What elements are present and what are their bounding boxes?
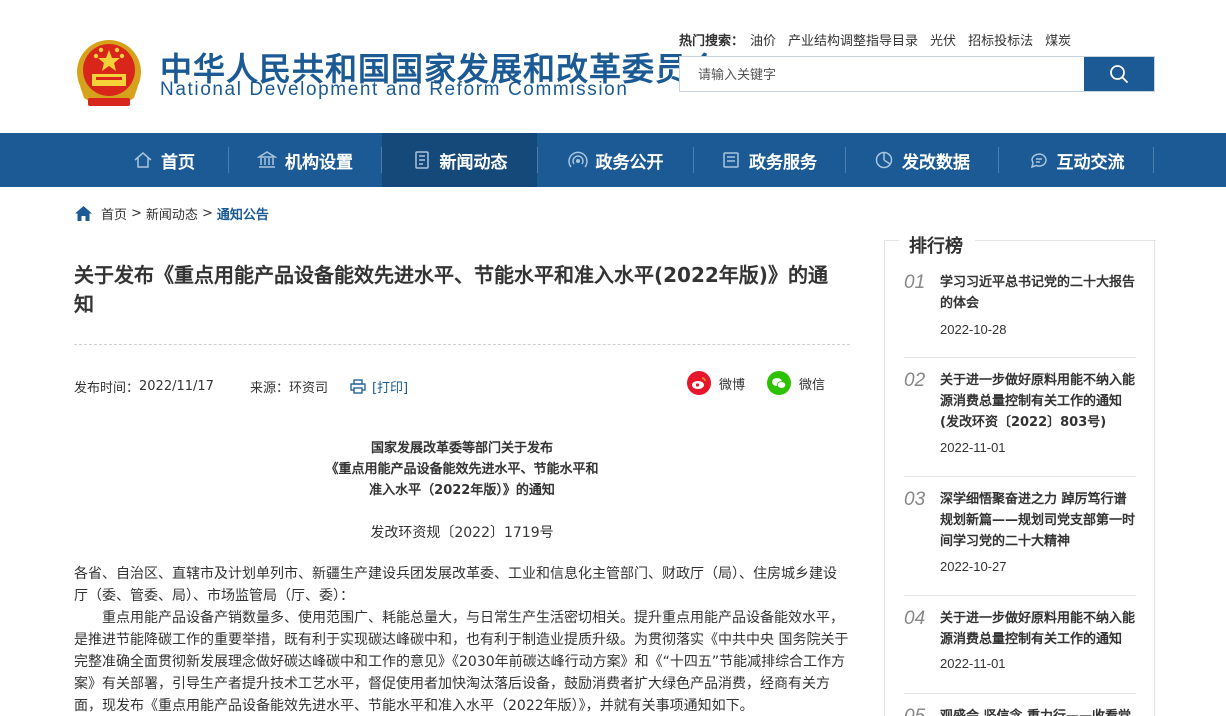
nav-item-label: 新闻动态 [439, 152, 508, 173]
main-nav: 首页 机构设置 新闻动态 政务公开 政务服务 发改数据 互动交流 [0, 133, 1226, 187]
nav-item-home[interactable]: 首页 [100, 133, 228, 187]
share-wechat-button[interactable]: 微信 [767, 371, 825, 395]
ranking-number: 05 [904, 706, 925, 716]
search-icon [1110, 65, 1128, 83]
addressees-paragraph: 各省、自治区、直辖市及计划单列市、新疆生产建设兵团发展改革委、工业和信息化主管部… [74, 566, 837, 604]
body-paragraph: 重点用能产品设备产销数量多、使用范围广、耗能总量大，与日常生产生活密切相关。提升… [74, 610, 849, 714]
document-heading-line: 准入水平（2022年版）》的通知 [369, 483, 555, 498]
hot-search-label: 热门搜索： [679, 34, 745, 49]
document-icon [723, 152, 739, 168]
ranking-link[interactable]: 观盛会 坚信念 重力行——收看党的 [940, 706, 1136, 716]
building-icon [257, 151, 277, 168]
ranking-item[interactable]: 01 学习习近平总书记党的二十大报告的体会 2022-10-28 [904, 272, 1136, 358]
ranking-item[interactable]: 05 观盛会 坚信念 重力行——收看党的 [904, 706, 1136, 716]
news-icon [414, 151, 429, 169]
home-icon[interactable] [74, 205, 93, 222]
nav-item-label: 政务服务 [749, 152, 817, 173]
home-icon [134, 152, 152, 168]
printer-icon [350, 378, 366, 394]
nav-item-services[interactable]: 政务服务 [694, 133, 844, 187]
nav-item-interaction[interactable]: 互动交流 [999, 133, 1154, 187]
share-wechat-label: 微信 [799, 377, 826, 393]
ranking-item[interactable]: 03 深学细悟聚奋进之力 踔厉笃行谱规划新篇——规划司党支部第一时间学习党的二十… [904, 489, 1136, 596]
source-value: 环资司 [288, 380, 328, 396]
ranking-date: 2022-10-27 [940, 559, 1007, 574]
nav-divider [1153, 147, 1154, 173]
breadcrumb: 首页 > 新闻动态 > 通知公告 [74, 203, 269, 223]
ranking-number: 03 [904, 489, 926, 510]
breadcrumb-home-link[interactable]: 首页 [101, 204, 127, 223]
share-weibo-label: 微博 [719, 377, 746, 393]
search-bar [679, 56, 1155, 92]
breadcrumb-separator: > [201, 205, 213, 221]
article-title: 关于发布《重点用能产品设备能效先进水平、节能水平和准入水平(2022年版)》的通… [74, 263, 828, 316]
hot-keyword-link[interactable]: 煤炭 [1045, 30, 1071, 49]
nav-item-label: 首页 [161, 152, 195, 173]
pie-chart-icon [875, 151, 893, 169]
nav-item-label: 机构设置 [285, 152, 353, 173]
nav-item-government-affairs[interactable]: 政务公开 [538, 133, 693, 187]
nav-item-data[interactable]: 发改数据 [846, 133, 998, 187]
broadcast-icon [567, 151, 588, 168]
document-heading-line: 《重点用能产品设备能效先进水平、节能水平和 [325, 462, 599, 477]
print-label: [打印] [371, 380, 409, 396]
publish-date: 2022/11/17 [139, 378, 214, 394]
search-input[interactable] [680, 57, 1084, 91]
print-button[interactable]: [打印] [350, 377, 408, 396]
ranking-date: 2022-11-01 [940, 440, 1006, 455]
article-meta: 发布时间： 2022/11/17 来源： 环资司 [打印] [74, 376, 408, 396]
chat-icon [1030, 153, 1047, 169]
ranking-title: 排行榜 [909, 236, 963, 257]
hot-search: 热门搜索： 油价 产业结构调整指导目录 光伏 招标投标法 煤炭 [679, 30, 1071, 49]
site-name-en[interactable]: National Development and Reform Commissi… [160, 79, 628, 101]
ranking-link[interactable]: 深学细悟聚奋进之力 踔厉笃行谱规划新篇——规划司党支部第一时间学习党的二十大精神 [940, 489, 1136, 552]
article-body: 各省、自治区、直辖市及计划单列市、新疆生产建设兵团发展改革委、工业和信息化主管部… [74, 563, 850, 716]
hot-keyword-link[interactable]: 招标投标法 [968, 30, 1033, 49]
nav-item-label: 政务公开 [595, 152, 664, 173]
document-heading: 国家发展改革委等部门关于发布 《重点用能产品设备能效先进水平、节能水平和 准入水… [74, 438, 850, 501]
breadcrumb-separator: > [131, 205, 142, 221]
ranking-link[interactable]: 关于进一步做好原料用能不纳入能源消费总量控制有关工作的通知 [940, 608, 1136, 650]
hot-keyword-link[interactable]: 光伏 [930, 30, 956, 49]
share-weibo-button[interactable]: 微博 [687, 371, 745, 395]
wechat-icon [767, 371, 791, 395]
title-divider [74, 344, 850, 345]
hot-keyword-link[interactable]: 产业结构调整指导目录 [788, 30, 918, 49]
publish-label: 发布时间： [74, 380, 140, 396]
hot-keyword-link[interactable]: 油价 [750, 30, 776, 49]
breadcrumb-news-link[interactable]: 新闻动态 [146, 204, 198, 223]
ranking-panel: 排行榜 01 学习习近平总书记党的二十大报告的体会 2022-10-28 02 … [884, 236, 1156, 716]
national-emblem-icon[interactable] [74, 38, 144, 110]
search-button[interactable] [1084, 57, 1154, 91]
nav-item-label: 互动交流 [1056, 152, 1125, 173]
ranking-link[interactable]: 学习习近平总书记党的二十大报告的体会 [940, 272, 1136, 314]
document-heading-line: 国家发展改革委等部门关于发布 [370, 441, 553, 456]
ranking-item[interactable]: 02 关于进一步做好原料用能不纳入能源消费总量控制有关工作的通知(发改环资〔20… [904, 370, 1136, 477]
ranking-link[interactable]: 关于进一步做好原料用能不纳入能源消费总量控制有关工作的通知(发改环资〔2022〕… [940, 370, 1136, 433]
ranking-number: 02 [904, 370, 926, 391]
ranking-number: 04 [904, 608, 926, 629]
source-label: 来源： [249, 380, 289, 396]
document-number: 发改环资规〔2022〕1719号 [370, 525, 554, 541]
nav-item-news[interactable]: 新闻动态 [382, 133, 537, 187]
ranking-number: 01 [904, 272, 926, 293]
breadcrumb-current[interactable]: 通知公告 [217, 204, 269, 223]
ranking-item[interactable]: 04 关于进一步做好原料用能不纳入能源消费总量控制有关工作的通知 2022-11… [904, 608, 1136, 694]
ranking-date: 2022-10-28 [940, 322, 1007, 337]
ranking-date: 2022-11-01 [940, 656, 1006, 671]
weibo-icon [687, 371, 711, 395]
nav-item-organization[interactable]: 机构设置 [229, 133, 381, 187]
site-header: 中华人民共和国国家发展和改革委员会 National Development a… [0, 0, 1226, 133]
nav-item-label: 发改数据 [902, 152, 970, 173]
